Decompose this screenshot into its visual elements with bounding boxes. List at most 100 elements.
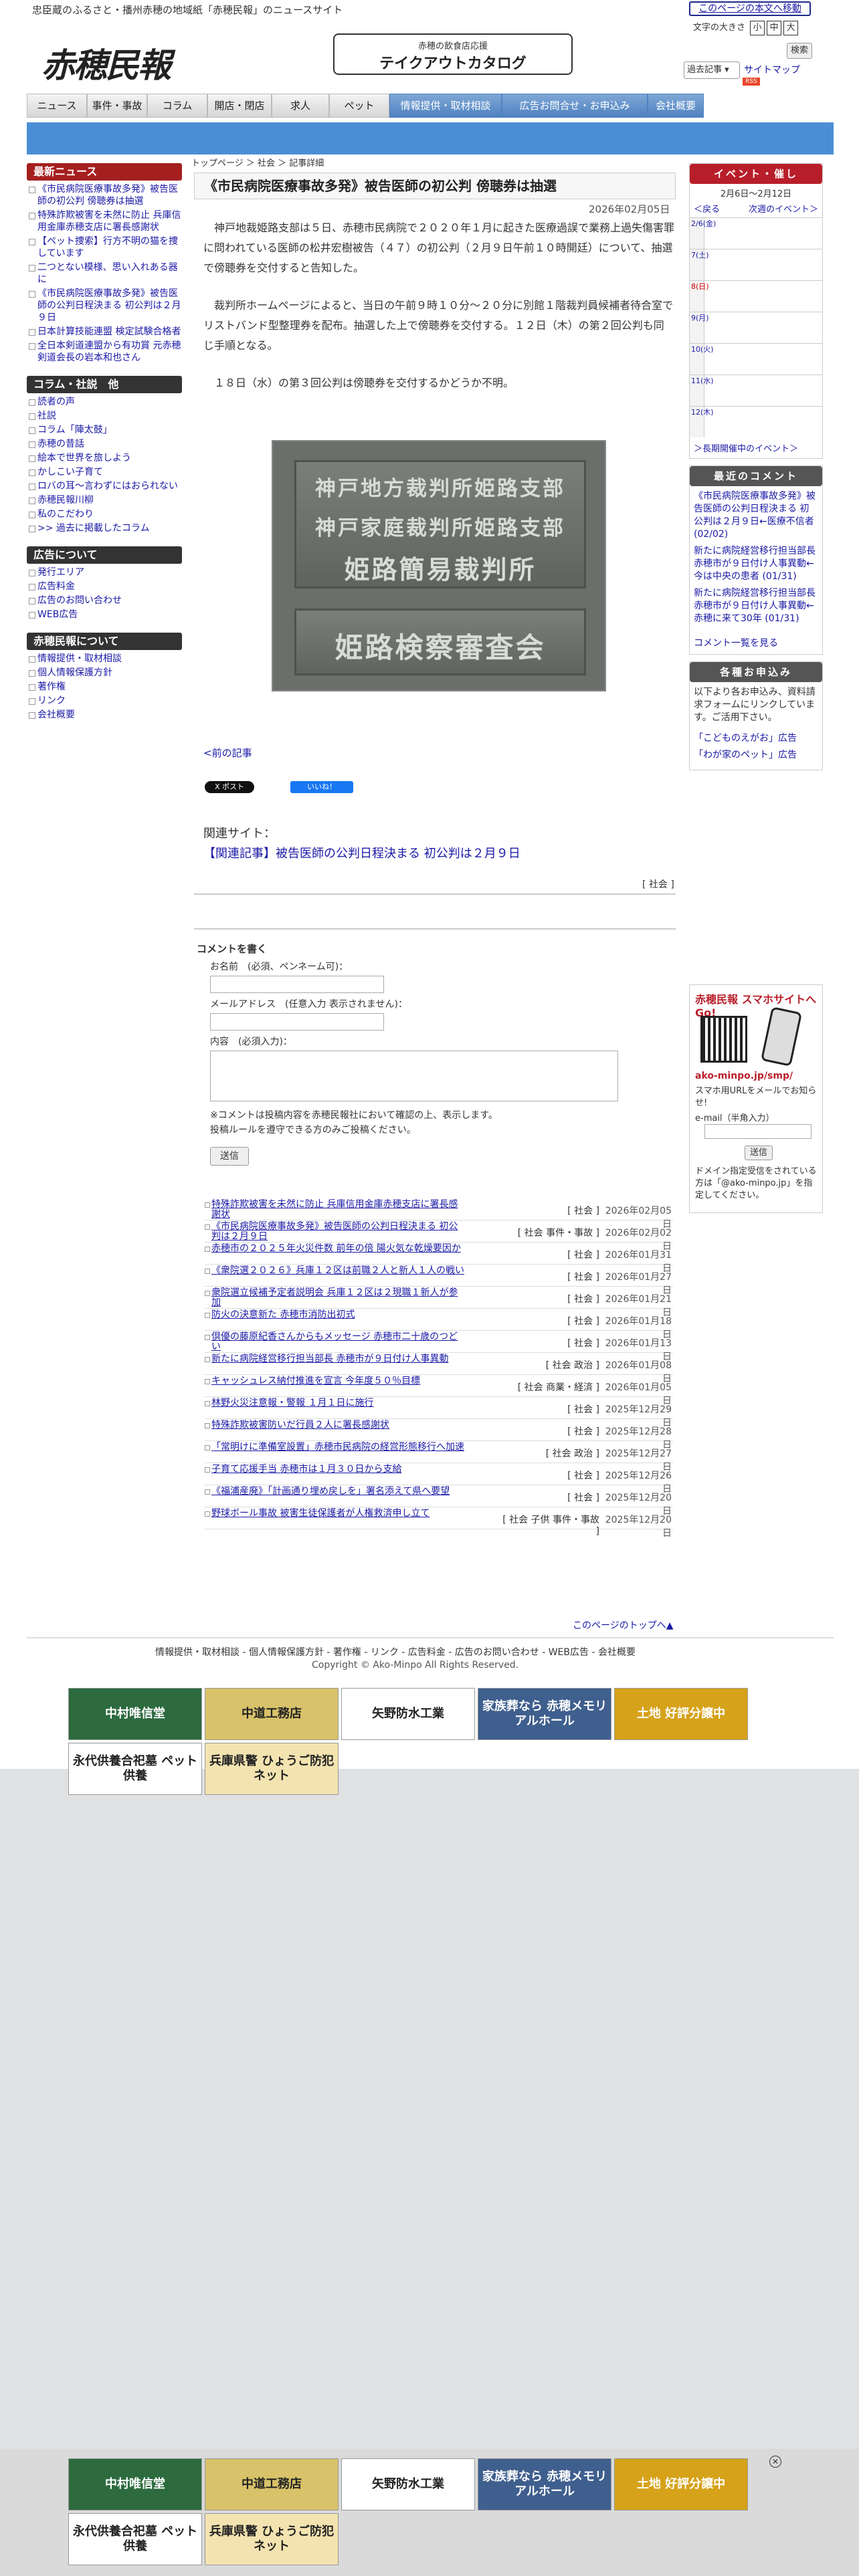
calendar-day-label[interactable]: 9(月): [690, 312, 709, 343]
event-next-link[interactable]: 次週のイベント＞: [749, 202, 818, 215]
column-item-link[interactable]: 赤穂の昔話: [37, 439, 84, 449]
news-category[interactable]: [ 社会 ]: [499, 1424, 599, 1438]
ad-banner[interactable]: 土地 好評分譲中: [614, 2458, 748, 2510]
recent-comment-link[interactable]: 《市民病院医療事故多発》被告医師の公判日程決まる 初公判は２月９日←医療不信者 …: [694, 491, 816, 540]
footer-links[interactable]: 情報提供・取材相談 - 個人情報保護方針 - 著作権 - リンク - 広告料金 …: [155, 1645, 636, 1658]
ad-banner[interactable]: 永代供養合祀墓 ペット供養: [68, 1743, 202, 1795]
latest-news-item-link[interactable]: 【ペット捜索】行方不明の猫を捜しています: [37, 236, 178, 259]
calendar-day-label[interactable]: 10(火): [690, 344, 714, 374]
calendar-day-label[interactable]: 2/6(金): [690, 218, 716, 249]
news-title-link[interactable]: 特殊詐欺被害防いだ行員２人に署長感謝状: [205, 1420, 466, 1430]
past-articles-select[interactable]: 過去記事 ▾: [684, 62, 740, 79]
about-item-link[interactable]: 著作権: [37, 681, 66, 692]
nav-item[interactable]: 広告お問合せ・お申込み: [502, 94, 648, 118]
news-category[interactable]: [ 社会 ]: [499, 1270, 599, 1283]
news-category[interactable]: [ 社会 事件・事故 ]: [499, 1226, 599, 1239]
ad-banner[interactable]: 永代供養合祀墓 ペット供養: [68, 2513, 202, 2565]
news-category[interactable]: [ 社会 政治 ]: [499, 1446, 599, 1460]
smart-email-input[interactable]: [704, 1124, 812, 1139]
breadcrumb[interactable]: トップページ ＞ 社会 ＞ 記事詳細: [191, 156, 324, 169]
news-category[interactable]: [ 社会 商業・経済 ]: [499, 1380, 599, 1394]
about-item-link[interactable]: 個人情報保護方針: [37, 667, 112, 678]
font-small-button[interactable]: 小: [750, 21, 765, 35]
search-button[interactable]: 検索: [787, 43, 812, 59]
column-item-link[interactable]: かしこい子育て: [37, 467, 103, 477]
nav-item[interactable]: 情報提供・取材相談: [389, 94, 502, 118]
news-title-link[interactable]: 特殊詐欺被害を未然に防止 兵庫信用金庫赤穂支店に署長感謝状: [205, 1200, 466, 1220]
nav-item[interactable]: 事件・事故: [87, 94, 147, 118]
recent-comment-link[interactable]: 新たに病院経営移行担当部長 赤穂市が９日付け人事異動←今は中央の患者 (01/3…: [694, 546, 816, 582]
news-title-link[interactable]: 赤穂市の２０２５年火災件数 前年の倍 陽火気な乾燥要因か: [205, 1244, 466, 1254]
news-category[interactable]: [ 社会 ]: [499, 1292, 599, 1305]
comment-send-button[interactable]: 送信: [210, 1147, 249, 1166]
news-title-link[interactable]: 新たに病院経営移行担当部長 赤穂市が９日付け人事異動: [205, 1354, 466, 1364]
ad-banner[interactable]: 家族葬なら 赤穂メモリアルホール: [478, 1688, 611, 1740]
ad-banner[interactable]: 中村唯信堂: [68, 2458, 202, 2510]
calendar-day-label[interactable]: 8(日): [690, 281, 709, 312]
ad-banner[interactable]: 兵庫県警 ひょうご防犯ネット: [205, 1743, 339, 1795]
nav-item[interactable]: 求人: [272, 94, 329, 118]
column-item-link[interactable]: 社説: [37, 411, 56, 421]
ad-info-item-link[interactable]: 発行エリア: [37, 567, 84, 578]
ad-banner[interactable]: 中道工務店: [205, 2458, 339, 2510]
latest-news-item-link[interactable]: 特殊詐欺被害を未然に防止 兵庫信用金庫赤穂支店に署長感謝状: [37, 210, 181, 233]
ad-banner[interactable]: 家族葬なら 赤穂メモリアルホール: [478, 2458, 611, 2510]
nav-item[interactable]: ペット: [329, 94, 389, 118]
latest-news-item-link[interactable]: 二つとない模様、思い入れある器に: [37, 262, 178, 285]
application-link[interactable]: 「わが家のペット」広告: [694, 750, 797, 760]
news-title-link[interactable]: 《福浦産廃》「計画通り埋め戻しを」署名添えて県へ要望: [205, 1487, 466, 1497]
recent-comment-link[interactable]: 新たに病院経営移行担当部長 赤穂市が９日付け人事異動←赤穂に来て30年 (01/…: [694, 588, 816, 624]
latest-news-item-link[interactable]: 全日本剣道連盟から有功賞 元赤穂剣道会長の岩本和也さん: [37, 340, 181, 363]
article-category[interactable]: [ 社会 ]: [642, 877, 674, 891]
news-title-link[interactable]: 防火の決意新た 赤穂市消防出初式: [205, 1310, 466, 1320]
news-title-link[interactable]: 倶優の藤原紀香さんからもメッセージ 赤穂市二十歳のつどい: [205, 1332, 466, 1352]
news-title-link[interactable]: 子育て応援手当 赤穂市は１月３０日から支給: [205, 1465, 466, 1475]
sitemap-link[interactable]: サイトマップ: [744, 63, 800, 76]
calendar-day-label[interactable]: 7(土): [690, 249, 709, 280]
news-title-link[interactable]: 野球ボール事故 被害生徒保護者が人権救済申し立て: [205, 1509, 466, 1519]
column-item-link[interactable]: 読者の声: [37, 397, 75, 407]
ad-banner[interactable]: 土地 好評分譲中: [614, 1688, 748, 1740]
facebook-like-button[interactable]: いいね！: [290, 781, 353, 793]
ad-banner[interactable]: 矢野防水工業: [341, 2458, 475, 2510]
ad-info-item-link[interactable]: 広告のお問い合わせ: [37, 595, 122, 606]
news-category[interactable]: [ 社会 ]: [499, 1248, 599, 1261]
column-item-link[interactable]: 赤穂民報川柳: [37, 495, 94, 506]
nav-item[interactable]: 会社概要: [648, 94, 704, 118]
ad-info-item-link[interactable]: 広告料金: [37, 581, 75, 592]
event-prev-link[interactable]: ＜戻る: [694, 202, 720, 215]
news-title-link[interactable]: 衆院選立候補予定者説明会 兵庫１２区は２現職１新人が参加: [205, 1288, 466, 1308]
smart-send-button[interactable]: 送信: [745, 1146, 773, 1160]
news-category[interactable]: [ 社会 ]: [499, 1336, 599, 1350]
latest-news-item-link[interactable]: 《市民病院医療事故多発》被告医師の初公判 傍聴券は抽選: [37, 184, 178, 207]
news-category[interactable]: [ 社会 子供 事件・事故 ]: [499, 1513, 599, 1537]
x-share-button[interactable]: X ポスト: [205, 781, 254, 793]
news-category[interactable]: [ 社会 ]: [499, 1402, 599, 1416]
column-item-link[interactable]: >> 過去に掲載したコラム: [37, 523, 150, 534]
news-category[interactable]: [ 社会 政治 ]: [499, 1358, 599, 1372]
calendar-day-label[interactable]: 11(水): [690, 375, 714, 406]
ad-banner[interactable]: 兵庫県警 ひょうご防犯ネット: [205, 2513, 339, 2565]
column-item-link[interactable]: 絵本で世界を旅しよう: [37, 453, 131, 463]
back-to-top-link[interactable]: このページのトップへ▲: [573, 1618, 674, 1632]
column-item-link[interactable]: 私のこだわり: [37, 509, 94, 520]
font-medium-button[interactable]: 中: [767, 21, 782, 35]
rss-icon[interactable]: RSS: [743, 78, 760, 86]
font-large-button[interactable]: 大: [783, 21, 799, 35]
nav-item[interactable]: コラム: [147, 94, 207, 118]
skip-to-content-link[interactable]: このページの本文へ移動: [689, 1, 811, 16]
news-title-link[interactable]: 《市民病院医療事故多発》被告医師の公判日程決まる 初公判は２月９日: [205, 1222, 466, 1242]
comments-more-link[interactable]: コメント一覧を見る: [694, 638, 778, 649]
long-events-link[interactable]: ＞長期開催中のイベント＞: [694, 444, 798, 454]
news-category[interactable]: [ 社会 ]: [499, 1314, 599, 1327]
about-item-link[interactable]: 情報提供・取材相談: [37, 653, 122, 664]
previous-article-link[interactable]: <前の記事: [203, 746, 252, 760]
latest-news-item-link[interactable]: 《市民病院医療事故多発》被告医師の公判日程決まる 初公判は２月９日: [37, 288, 181, 323]
news-title-link[interactable]: 林野火災注意報・警報 １月１日に施行: [205, 1398, 466, 1408]
application-link[interactable]: 「こどものえがお」広告: [694, 733, 797, 744]
news-title-link[interactable]: 《衆院選２０２６》兵庫１２区は前職２人と新人１人の戦い: [205, 1266, 466, 1276]
name-input[interactable]: [210, 976, 384, 993]
about-item-link[interactable]: リンク: [37, 695, 66, 706]
takeout-catalog-banner[interactable]: 赤穂の飲食店応援 テイクアウトカタログ: [333, 33, 573, 75]
ad-banner[interactable]: 矢野防水工業: [341, 1688, 475, 1740]
